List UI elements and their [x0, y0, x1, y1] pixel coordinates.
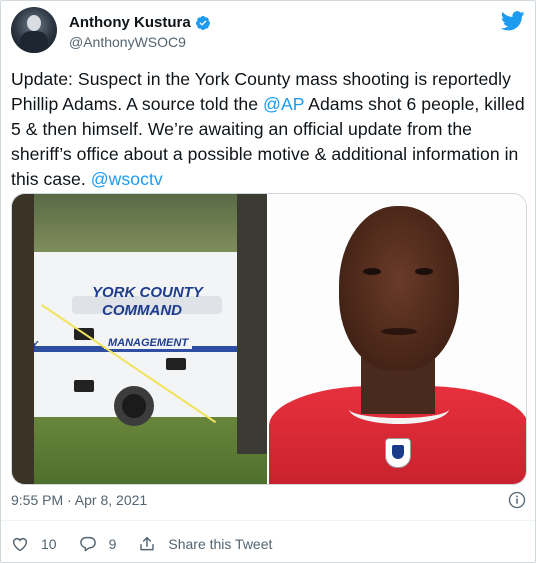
reply-button[interactable]: 9 [79, 535, 117, 553]
command-truck-photo[interactable]: YORK COUNTY COMMAND MANAGEMENT CY [12, 194, 267, 484]
like-count: 10 [41, 536, 57, 552]
avatar[interactable] [11, 7, 57, 53]
mention-ap-link[interactable]: @AP [263, 94, 304, 114]
nfl-logo-icon [385, 438, 411, 468]
tweet-timestamp[interactable]: 9:55 PM · Apr 8, 2021 [11, 492, 147, 508]
share-label: Share this Tweet [168, 536, 273, 552]
truck-text-command: COMMAND [102, 302, 182, 319]
info-icon[interactable] [508, 491, 526, 509]
suspect-portrait-photo[interactable] [269, 194, 526, 484]
mention-wsoctv-link[interactable]: @wsoctv [91, 169, 163, 189]
tweet-text: Update: Suspect in the York County mass … [11, 67, 527, 192]
author-handle[interactable]: @AnthonyWSOC9 [69, 34, 186, 50]
tweet-header: Anthony Kustura @AnthonyWSOC9 [11, 7, 527, 55]
divider [1, 520, 535, 521]
heart-icon [12, 537, 28, 552]
reply-count: 9 [108, 536, 117, 552]
like-button[interactable]: 10 [11, 535, 57, 553]
tweet-media: YORK COUNTY COMMAND MANAGEMENT CY [11, 193, 527, 485]
author-name-row[interactable]: Anthony Kustura [69, 14, 211, 31]
share-icon [140, 536, 155, 551]
author-name[interactable]: Anthony Kustura [69, 14, 191, 31]
truck-text-management: MANAGEMENT [104, 337, 193, 349]
reply-icon [79, 536, 96, 552]
twitter-bird-icon[interactable] [501, 11, 525, 31]
truck-text-york-county: YORK COUNTY [92, 284, 203, 301]
tweet-card: Anthony Kustura @AnthonyWSOC9 Update: Su… [0, 0, 536, 563]
tweet-actions: 10 9 Share this Tweet [11, 533, 294, 555]
verified-badge-icon [195, 15, 210, 30]
share-button[interactable]: Share this Tweet [138, 535, 272, 553]
